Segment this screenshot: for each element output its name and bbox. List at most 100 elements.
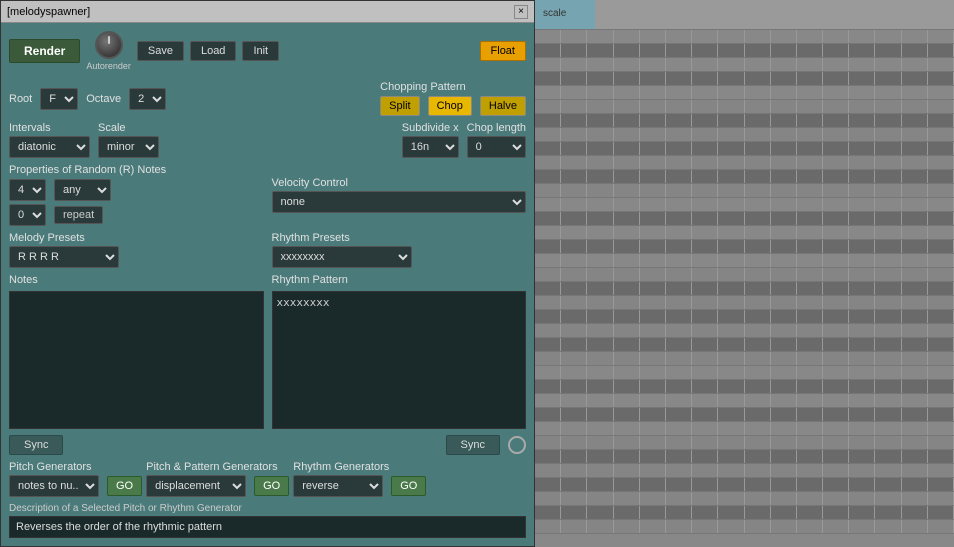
grid-cell[interactable] [745, 156, 771, 169]
grid-cell[interactable] [718, 268, 744, 281]
grid-cell[interactable] [718, 506, 744, 519]
grid-cell[interactable] [614, 506, 640, 519]
grid-cell[interactable] [902, 422, 928, 435]
grid-cell[interactable] [771, 380, 797, 393]
grid-cell[interactable] [902, 254, 928, 267]
grid-cell[interactable] [666, 324, 692, 337]
grid-cell[interactable] [797, 198, 823, 211]
grid-cell[interactable] [718, 128, 744, 141]
grid-cell[interactable] [875, 436, 901, 449]
grid-cell[interactable] [718, 520, 744, 533]
intervals-select[interactable]: diatonicchromaticpentatonic [9, 136, 90, 158]
grid-cell[interactable] [823, 142, 849, 155]
grid-cell[interactable] [535, 408, 561, 421]
grid-cell[interactable] [640, 492, 666, 505]
grid-cell[interactable] [902, 142, 928, 155]
grid-cell[interactable] [561, 184, 587, 197]
grid-cell[interactable] [745, 86, 771, 99]
grid-cell[interactable] [666, 422, 692, 435]
grid-cell[interactable] [692, 128, 718, 141]
grid-cell[interactable] [797, 282, 823, 295]
grid-cell[interactable] [561, 226, 587, 239]
grid-cell[interactable] [928, 170, 954, 183]
repeat-button[interactable]: repeat [54, 206, 103, 224]
grid-cell[interactable] [535, 296, 561, 309]
grid-cell[interactable] [614, 394, 640, 407]
sync-right-button[interactable]: Sync [446, 435, 500, 455]
grid-cell[interactable] [902, 478, 928, 491]
grid-cell[interactable] [771, 86, 797, 99]
grid-cell[interactable] [771, 436, 797, 449]
grid-cell[interactable] [718, 282, 744, 295]
grid-cell[interactable] [718, 86, 744, 99]
grid-cell[interactable] [875, 30, 901, 43]
grid-cell[interactable] [797, 184, 823, 197]
grid-cell[interactable] [797, 296, 823, 309]
grid-cell[interactable] [849, 338, 875, 351]
grid-cell[interactable] [902, 212, 928, 225]
grid-cell[interactable] [771, 506, 797, 519]
grid-cell[interactable] [745, 492, 771, 505]
grid-cell[interactable] [823, 198, 849, 211]
grid-cell[interactable] [902, 464, 928, 477]
grid-cell[interactable] [535, 394, 561, 407]
grid-cell[interactable] [535, 268, 561, 281]
grid-cell[interactable] [587, 170, 613, 183]
grid-cell[interactable] [771, 100, 797, 113]
grid-cell[interactable] [640, 296, 666, 309]
grid-cell[interactable] [666, 520, 692, 533]
grid-cell[interactable] [718, 156, 744, 169]
grid-cell[interactable] [797, 170, 823, 183]
grid-cell[interactable] [823, 436, 849, 449]
grid-cell[interactable] [823, 296, 849, 309]
grid-cell[interactable] [823, 254, 849, 267]
grid-cell[interactable] [692, 408, 718, 421]
grid-cell[interactable] [745, 450, 771, 463]
notes-textarea[interactable] [9, 291, 264, 429]
grid-cell[interactable] [849, 450, 875, 463]
grid-cell[interactable] [902, 240, 928, 253]
grid-cell[interactable] [587, 128, 613, 141]
grid-cell[interactable] [535, 240, 561, 253]
grid-cell[interactable] [875, 310, 901, 323]
grid-cell[interactable] [640, 282, 666, 295]
grid-cell[interactable] [823, 156, 849, 169]
grid-cell[interactable] [718, 464, 744, 477]
grid-cell[interactable] [666, 450, 692, 463]
grid-cell[interactable] [823, 464, 849, 477]
grid-cell[interactable] [561, 30, 587, 43]
grid-cell[interactable] [771, 240, 797, 253]
grid-cell[interactable] [928, 282, 954, 295]
grid-cell[interactable] [587, 142, 613, 155]
grid-cell[interactable] [928, 436, 954, 449]
grid-cell[interactable] [614, 492, 640, 505]
grid-cell[interactable] [928, 492, 954, 505]
grid-cell[interactable] [928, 156, 954, 169]
grid-cell[interactable] [771, 114, 797, 127]
grid-cell[interactable] [928, 184, 954, 197]
grid-cell[interactable] [640, 408, 666, 421]
grid-cell[interactable] [640, 226, 666, 239]
grid-cell[interactable] [561, 436, 587, 449]
grid-cell[interactable] [745, 506, 771, 519]
grid-cell[interactable] [823, 422, 849, 435]
grid-cell[interactable] [718, 72, 744, 85]
grid-cell[interactable] [823, 100, 849, 113]
rhythm-gen-select[interactable]: reverse [293, 475, 383, 497]
grid-cell[interactable] [561, 100, 587, 113]
grid-cell[interactable] [797, 422, 823, 435]
grid-cell[interactable] [587, 198, 613, 211]
grid-cell[interactable] [535, 72, 561, 85]
grid-cell[interactable] [640, 114, 666, 127]
grid-cell[interactable] [692, 310, 718, 323]
grid-cell[interactable] [797, 44, 823, 57]
grid-cell[interactable] [587, 506, 613, 519]
grid-cell[interactable] [928, 338, 954, 351]
grid-cell[interactable] [902, 338, 928, 351]
grid-cell[interactable] [823, 226, 849, 239]
grid-cell[interactable] [797, 114, 823, 127]
grid-cell[interactable] [692, 170, 718, 183]
grid-cell[interactable] [614, 352, 640, 365]
grid-cell[interactable] [535, 478, 561, 491]
grid-cell[interactable] [771, 30, 797, 43]
